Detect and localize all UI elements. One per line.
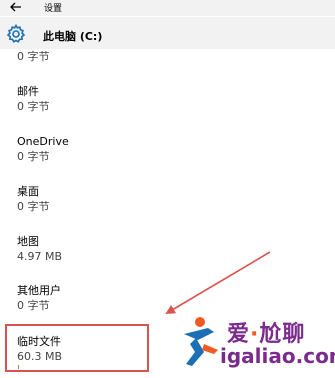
watermark: 爱·尬聊 igaliao.com: [170, 310, 335, 376]
watermark-url: igaliao.com: [220, 344, 335, 368]
running-figure-logo-icon: [184, 317, 218, 366]
